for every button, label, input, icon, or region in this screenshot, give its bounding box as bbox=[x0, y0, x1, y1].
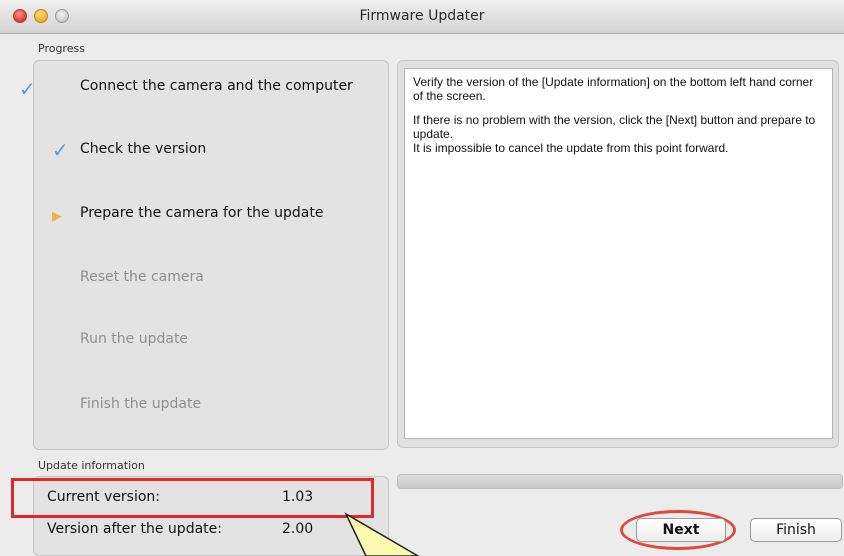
info-text-area: Verify the version of the [Update inform… bbox=[404, 68, 833, 439]
info-paragraph-2: If there is no problem with the version,… bbox=[413, 113, 816, 141]
step-reset: Reset the camera bbox=[80, 269, 204, 285]
current-version-highlight bbox=[11, 478, 374, 518]
update-information-label: Update information bbox=[38, 459, 145, 472]
firmware-updater-window: Firmware Updater Progress ✓ Connect the … bbox=[0, 0, 844, 556]
next-button[interactable]: Next bbox=[636, 518, 726, 542]
step-check-version: Check the version bbox=[80, 141, 207, 157]
step-run: Run the update bbox=[80, 331, 189, 347]
window-title: Firmware Updater bbox=[359, 8, 485, 24]
progress-panel bbox=[33, 60, 389, 450]
callout-pointer bbox=[344, 512, 420, 556]
triangle-right-icon: ▶ bbox=[52, 209, 62, 224]
info-paragraph-1: Verify the version of the [Update inform… bbox=[413, 75, 814, 103]
check-icon: ✓ bbox=[19, 77, 36, 101]
step-connect: Connect the camera and the computer bbox=[80, 78, 353, 94]
step-finish: Finish the update bbox=[80, 396, 202, 412]
info-paragraph-3: It is impossible to cancel the update fr… bbox=[413, 141, 729, 155]
update-progress-bar bbox=[397, 474, 843, 489]
after-version-value: 2.00 bbox=[282, 521, 314, 537]
after-version-label: Version after the update: bbox=[47, 521, 222, 537]
title-bar: Firmware Updater bbox=[0, 0, 844, 34]
step-prepare: Prepare the camera for the update bbox=[80, 205, 324, 221]
finish-button[interactable]: Finish bbox=[750, 518, 842, 542]
progress-label: Progress bbox=[38, 42, 85, 55]
check-icon: ✓ bbox=[52, 138, 69, 162]
